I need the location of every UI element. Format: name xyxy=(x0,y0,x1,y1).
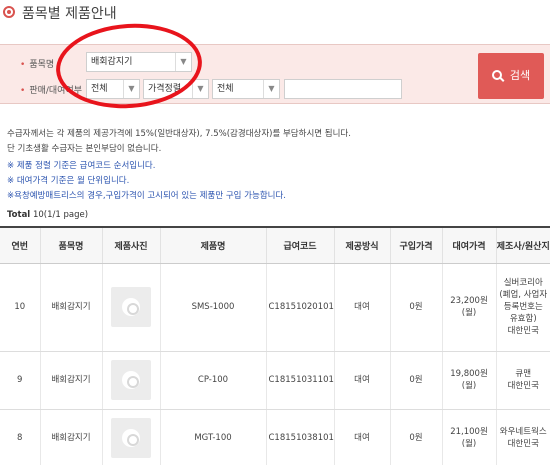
notice-line: ※욕창예방매트리스의 경우,구입가격이 고시되어 있는 제품만 구입 가능합니다… xyxy=(7,191,286,201)
title-bar: 품목별 제품안내 xyxy=(0,0,550,28)
benefit-code: C18151038101 xyxy=(265,409,334,465)
item-label-row: • 품목명 xyxy=(20,57,54,70)
title-bullet-icon xyxy=(3,6,15,18)
page-title: 품목별 제품안내 xyxy=(22,6,117,22)
item-select-value: 배회감지기 xyxy=(91,57,133,67)
photo-cell xyxy=(101,409,160,465)
total-pages: (1/1 page) xyxy=(43,210,89,220)
supply-method: 대여 xyxy=(333,351,390,410)
product-name-link[interactable]: SMS-1000 xyxy=(159,263,266,352)
search-button[interactable]: 검색 xyxy=(478,53,544,99)
bullet-icon: • xyxy=(20,60,26,70)
rental-price: 23,200원(월) xyxy=(441,263,496,352)
col-header: 제품명 xyxy=(159,226,266,264)
table-row[interactable]: 10 배회감지기 SMS-1000 C18151020101 대여 0원 23,… xyxy=(0,263,550,352)
purchase-price: 0원 xyxy=(389,351,442,410)
table-row[interactable]: 9 배회감지기 CP-100 C18151031101 대여 0원 19,800… xyxy=(0,351,550,410)
row-number: 8 xyxy=(0,409,40,465)
sale-label: 판매/대여여부 xyxy=(29,86,83,96)
origin: 대한민국 xyxy=(507,381,539,391)
maker-name: 실버코리아(폐업, 사업자등록번호는 유효함) xyxy=(499,278,548,324)
chevron-down-icon: ▼ xyxy=(123,80,139,98)
sort-select-value: 가격정렬 xyxy=(148,84,182,94)
rental-price: 21,100원(월) xyxy=(441,409,496,465)
col-header: 급여코드 xyxy=(265,226,334,264)
maker-cell: 큐맨대한민국 xyxy=(495,351,550,410)
sale-label-row: • 판매/대여여부 xyxy=(20,83,82,96)
col-header: 대여가격 xyxy=(441,226,496,264)
type-select-value: 전체 xyxy=(217,84,234,94)
type-select[interactable]: 전체 ▼ xyxy=(212,79,280,99)
search-panel: • 품목명 배회감지기 ▼ • 판매/대여여부 전체 ▼ 가격정렬 ▼ 전체 ▼ 검… xyxy=(0,44,550,104)
col-header: 연번 xyxy=(0,226,40,264)
sort-select[interactable]: 가격정렬 ▼ xyxy=(143,79,209,99)
table-row[interactable]: 8 배회감지기 MGT-100 C18151038101 대여 0원 21,10… xyxy=(0,409,550,465)
product-table: 연번 품목명 제품사진 제품명 급여코드 제공방식 구입가격 대여가격 제조사/… xyxy=(0,226,550,465)
maker-cell: 와우네트웍스대한민국 xyxy=(495,409,550,465)
search-button-label: 검색 xyxy=(509,69,531,82)
chevron-down-icon: ▼ xyxy=(263,80,279,98)
search-input[interactable] xyxy=(284,79,402,99)
col-header: 제품사진 xyxy=(101,226,160,264)
notice-line: 수급자께서는 각 제품의 제공가격에 15%(일반대상자), 7.5%(감경대상… xyxy=(7,129,351,139)
supply-method: 대여 xyxy=(333,263,390,352)
photo-cell xyxy=(101,263,160,352)
maker-name: 와우네트웍스 xyxy=(499,427,547,437)
purchase-price: 0원 xyxy=(389,263,442,352)
sale-select-value: 전체 xyxy=(91,84,108,94)
notice-line: 단 기초생활 수급자는 본인부담이 없습니다. xyxy=(7,144,162,154)
row-number: 9 xyxy=(0,351,40,410)
col-header: 제공방식 xyxy=(333,226,390,264)
col-header: 제조사/원산지 xyxy=(495,226,550,264)
table-header-row: 연번 품목명 제품사진 제품명 급여코드 제공방식 구입가격 대여가격 제조사/… xyxy=(0,226,550,264)
total-label: Total xyxy=(7,210,31,220)
maker-cell: 실버코리아(폐업, 사업자등록번호는 유효함) 대한민국 xyxy=(495,263,550,352)
photo-cell xyxy=(101,351,160,410)
col-header: 구입가격 xyxy=(389,226,442,264)
item-label: 품목명 xyxy=(29,60,55,70)
notice-line: ※ 제품 정렬 기준은 급여코드 순서입니다. xyxy=(7,161,156,171)
total-count: Total 10(1/1 page) xyxy=(7,210,88,220)
total-number: 10 xyxy=(32,210,44,220)
origin: 대한민국 xyxy=(507,326,539,336)
col-header: 품목명 xyxy=(39,226,102,264)
product-photo[interactable] xyxy=(111,287,151,327)
row-number: 10 xyxy=(0,263,40,352)
bullet-icon: • xyxy=(20,86,26,96)
item-name: 배회감지기 xyxy=(39,351,102,410)
sale-select[interactable]: 전체 ▼ xyxy=(86,79,140,99)
purchase-price: 0원 xyxy=(389,409,442,465)
product-photo[interactable] xyxy=(111,360,151,400)
chevron-down-icon: ▼ xyxy=(192,80,208,98)
item-select[interactable]: 배회감지기 ▼ xyxy=(86,52,192,72)
product-photo[interactable] xyxy=(111,418,151,458)
item-name: 배회감지기 xyxy=(39,263,102,352)
maker-name: 큐맨 xyxy=(515,369,532,379)
search-icon xyxy=(491,70,502,80)
benefit-code: C18151031101 xyxy=(265,351,334,410)
product-name-link[interactable]: CP-100 xyxy=(159,351,266,410)
product-name-link[interactable]: MGT-100 xyxy=(159,409,266,465)
notice-line: ※ 대여가격 기준은 월 단위입니다. xyxy=(7,176,130,186)
origin: 대한민국 xyxy=(507,439,539,449)
rental-price: 19,800원(월) xyxy=(441,351,496,410)
chevron-down-icon: ▼ xyxy=(175,53,191,71)
supply-method: 대여 xyxy=(333,409,390,465)
item-name: 배회감지기 xyxy=(39,409,102,465)
benefit-code: C18151020101 xyxy=(265,263,334,352)
